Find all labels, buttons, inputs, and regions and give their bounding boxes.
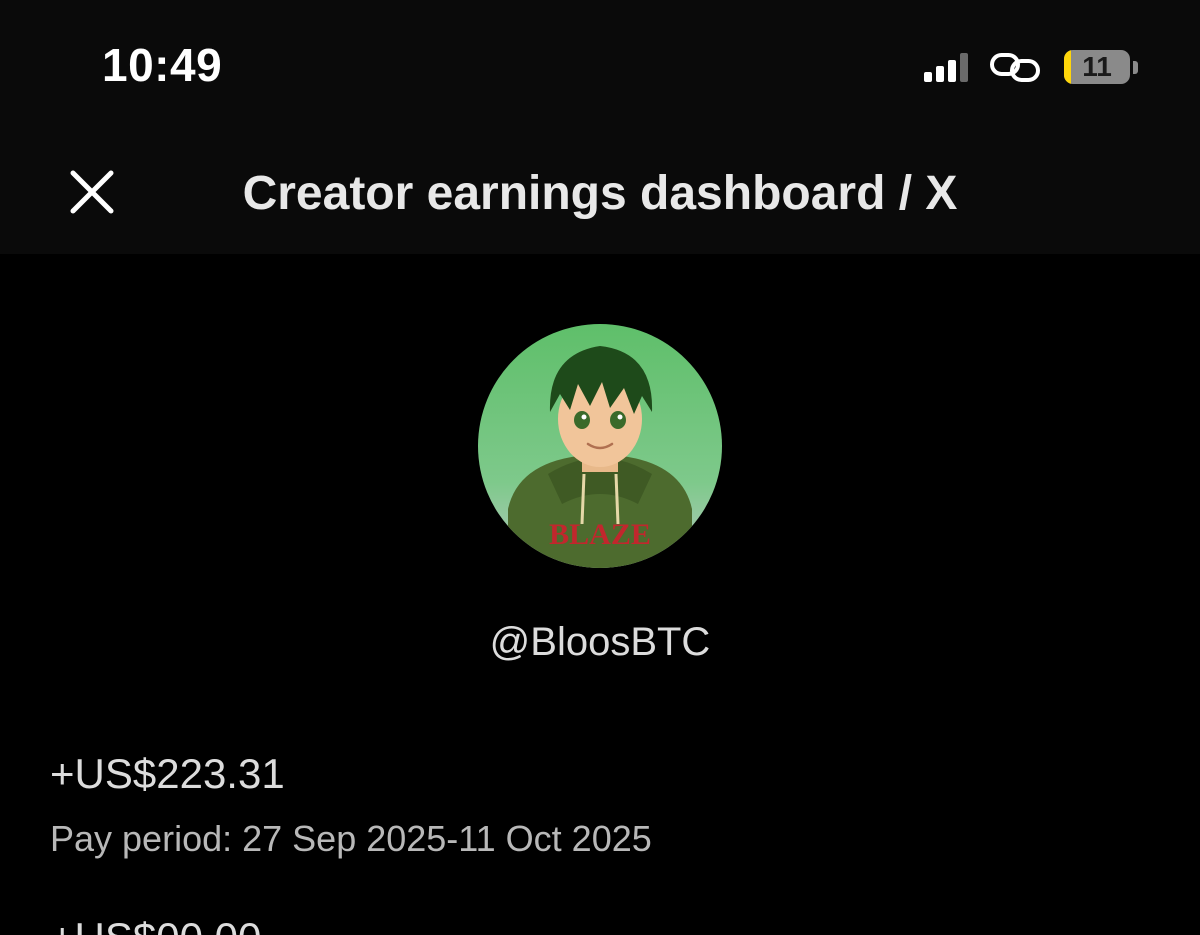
battery-tip	[1133, 61, 1138, 74]
signal-icon	[924, 53, 968, 82]
avatar[interactable]: BLAZE	[478, 324, 722, 568]
battery-level: 11	[1082, 51, 1112, 82]
main-content: BLAZE @BloosBTC +US$223.31 Pay period: 2…	[0, 254, 1200, 935]
next-earning-amount: +US$00.00	[50, 914, 261, 935]
username[interactable]: @BloosBTC	[0, 620, 1200, 665]
link-icon	[990, 53, 1040, 82]
battery-icon: 11	[1064, 50, 1130, 84]
header-bar: Creator earnings dashboard / X	[0, 130, 1200, 254]
pay-period: Pay period: 27 Sep 2025-11 Oct 2025	[50, 818, 652, 859]
status-bar: 10:49 11	[0, 0, 1200, 130]
avatar-image: BLAZE	[478, 324, 722, 568]
earning-amount: +US$223.31	[50, 750, 285, 797]
status-icons: 11	[918, 46, 1148, 90]
avatar-logo-text: BLAZE	[549, 518, 651, 551]
page-title: Creator earnings dashboard / X	[242, 167, 958, 220]
status-time: 10:49	[102, 39, 223, 91]
